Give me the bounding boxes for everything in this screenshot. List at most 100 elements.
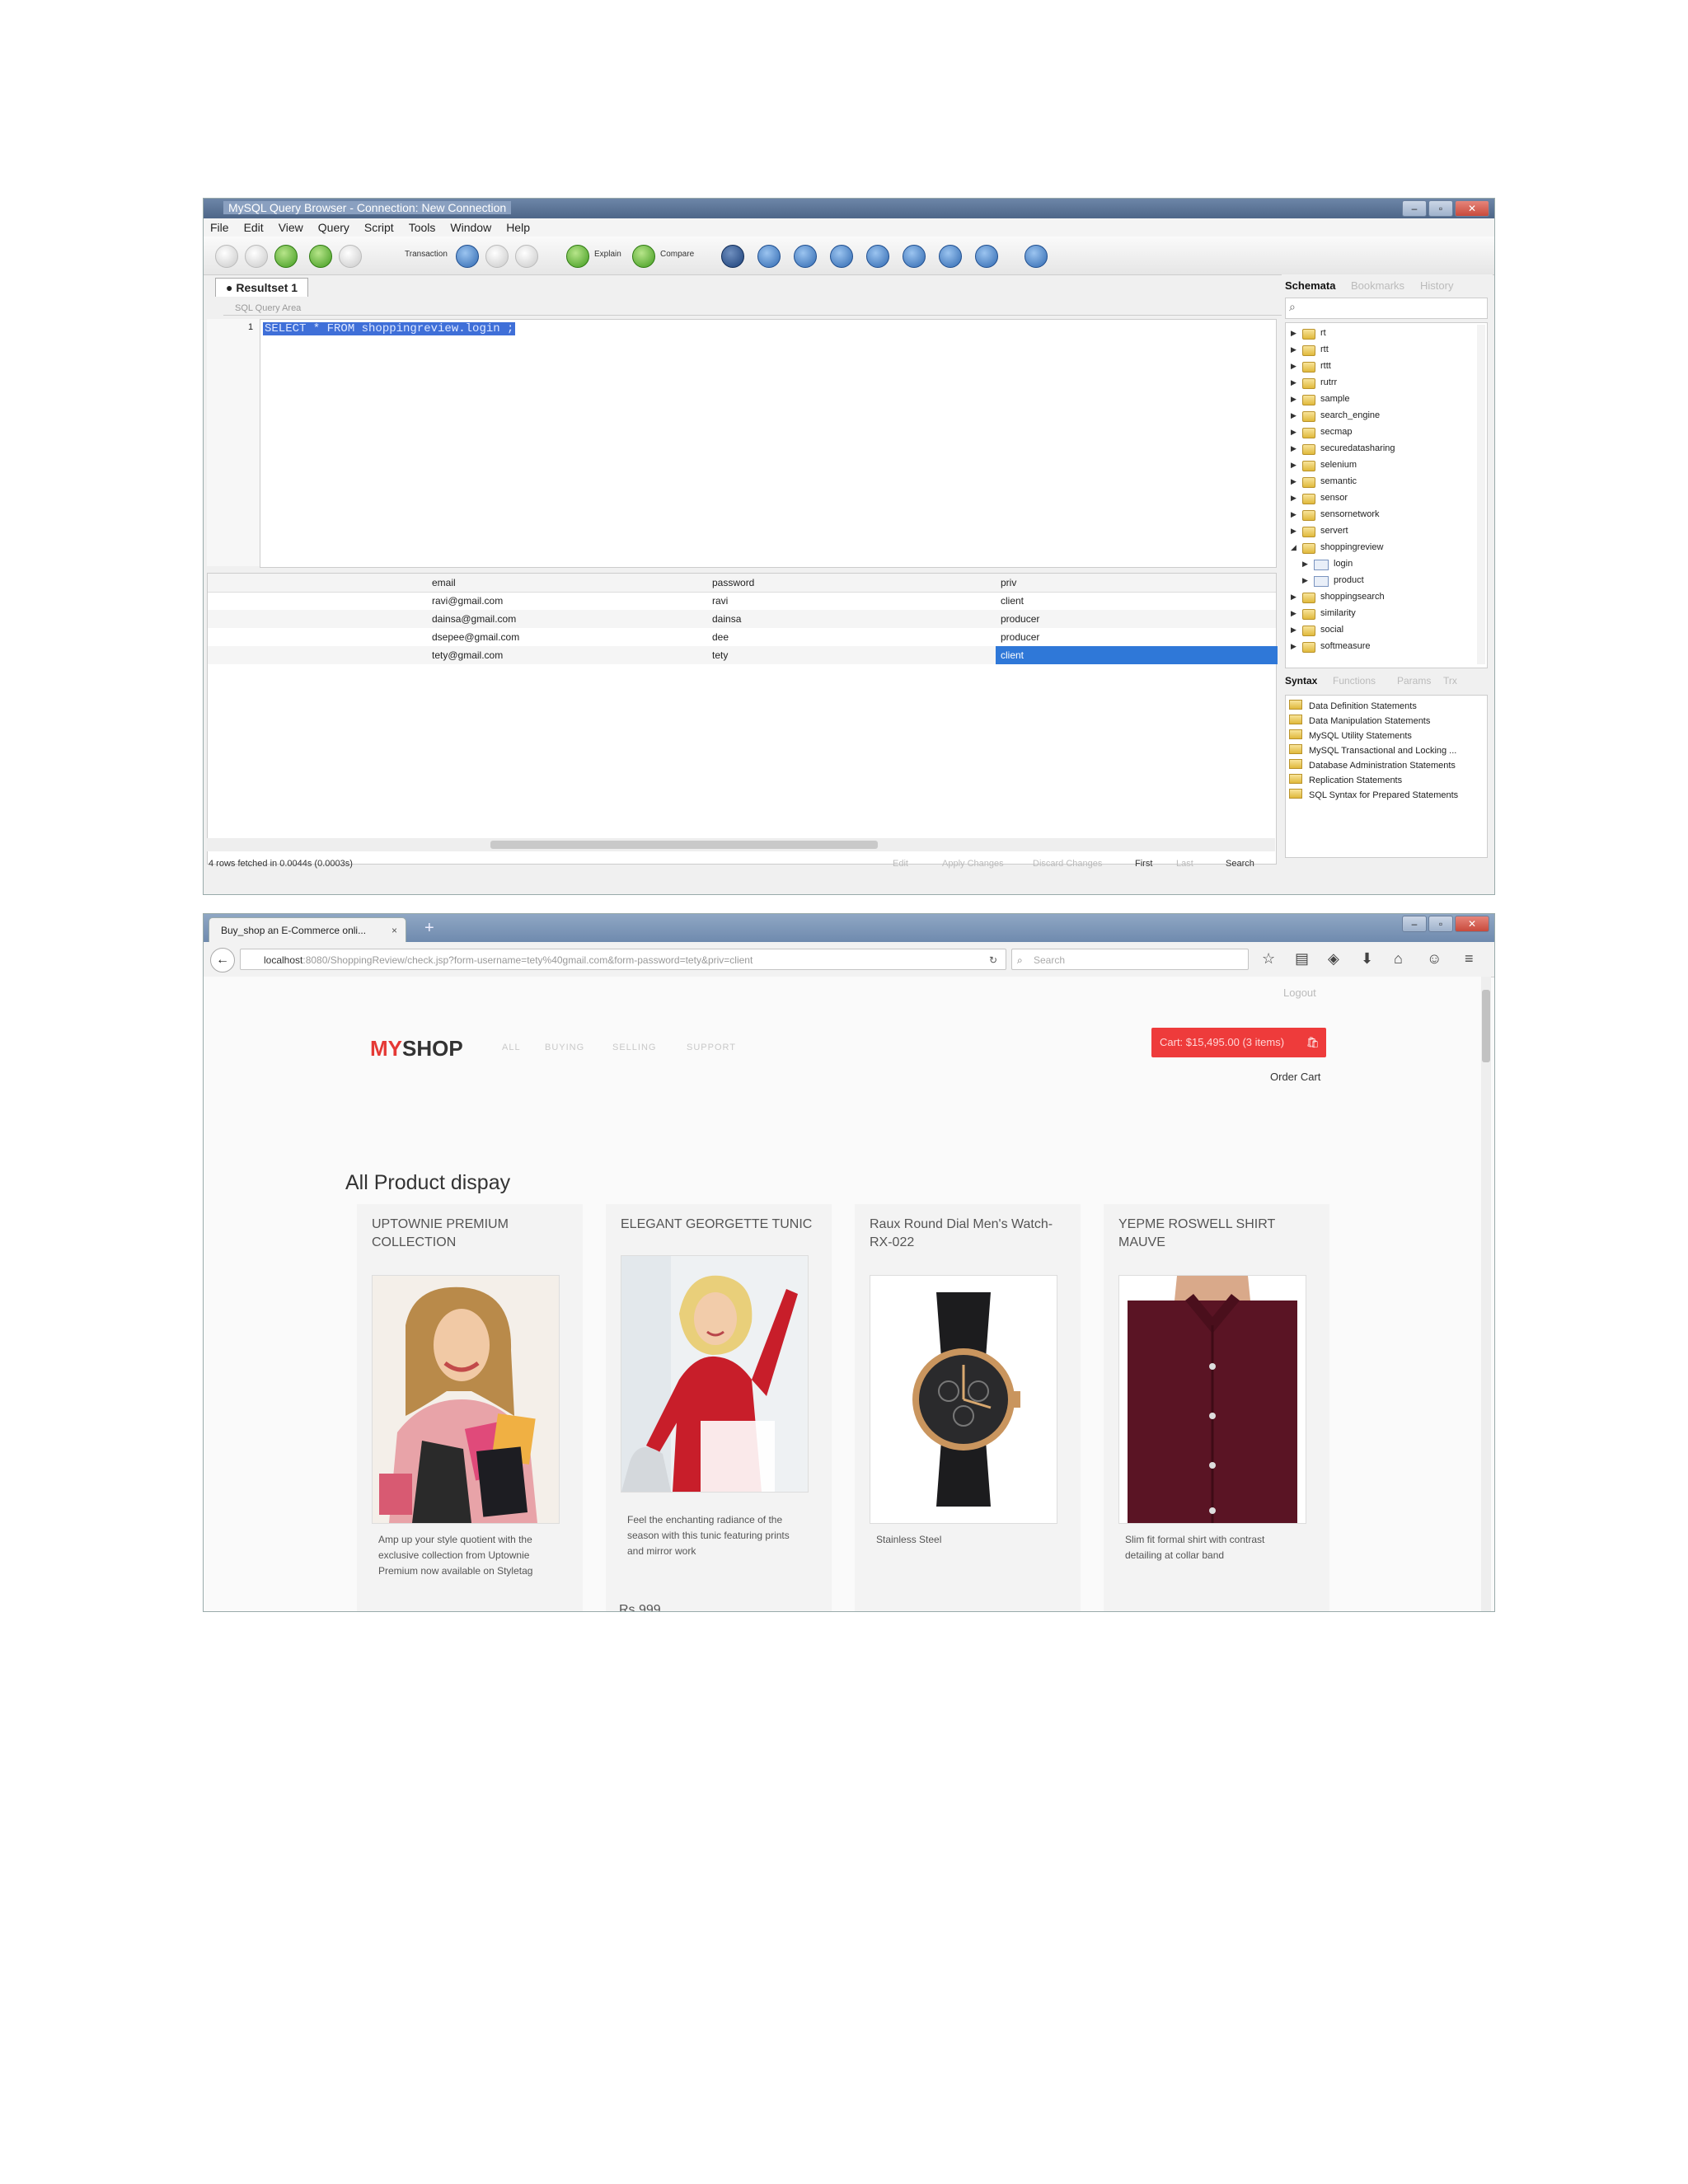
maximize-button[interactable]: ▫ [1428, 916, 1453, 932]
cell-priv[interactable]: producer [1001, 628, 1039, 646]
menu-script[interactable]: Script [364, 218, 394, 237]
tree-item[interactable]: ▶ selenium [1286, 457, 1480, 473]
close-button[interactable]: ✕ [1455, 200, 1489, 217]
product-image[interactable] [372, 1275, 560, 1524]
stop-icon[interactable] [339, 245, 362, 268]
nav-selling[interactable]: SELLING [612, 1043, 656, 1052]
cell-priv[interactable]: client [1001, 592, 1024, 610]
cell-password[interactable]: dee [712, 628, 729, 646]
cell-password[interactable]: dainsa [712, 610, 741, 628]
cell-password[interactable]: ravi [712, 592, 728, 610]
tree-item[interactable]: ▶ similarity [1286, 605, 1480, 621]
first-button[interactable]: First [1135, 855, 1152, 873]
syntax-item[interactable]: Replication Statements [1289, 773, 1402, 788]
scroll-thumb[interactable] [490, 841, 878, 849]
apply-changes-button[interactable]: Apply Changes [942, 855, 1004, 873]
horizontal-scrollbar[interactable] [207, 838, 1275, 851]
tab-resultset-1[interactable]: ● Resultset 1 [215, 278, 309, 297]
cell-email[interactable]: tety@gmail.com [432, 646, 503, 664]
tree-item-expanded[interactable]: ◢ shoppingreview [1286, 539, 1480, 555]
nav-all[interactable]: ALL [502, 1043, 521, 1052]
syntax-item[interactable]: Database Administration Statements [1289, 758, 1456, 773]
last-button[interactable]: Last [1176, 855, 1193, 873]
product-card[interactable]: Raux Round Dial Men's Watch-RX-022 Stain… [855, 1204, 1081, 1611]
results-grid[interactable]: email password priv ravi@gmail.com ravi … [207, 573, 1278, 865]
explain-label[interactable]: Explain [594, 250, 621, 259]
order-icon[interactable] [939, 245, 962, 268]
tree-item[interactable]: ▶ softmeasure [1286, 638, 1480, 654]
tree-item[interactable]: ▶ sample [1286, 391, 1480, 407]
schema-search-input[interactable]: ⌕ [1285, 298, 1488, 319]
product-title[interactable]: ELEGANT GEORGETTE TUNIC [621, 1216, 818, 1234]
tree-item[interactable]: ▶ rttt [1286, 358, 1480, 374]
syntax-item[interactable]: MySQL Transactional and Locking ... [1289, 743, 1456, 758]
product-card[interactable]: ELEGANT GEORGETTE TUNIC Feel the enchant… [606, 1204, 832, 1611]
menu-help[interactable]: Help [506, 218, 530, 237]
bookmark-star-icon[interactable]: ☆ [1262, 950, 1275, 968]
nav-support[interactable]: SUPPORT [687, 1043, 736, 1052]
syntax-item[interactable]: Data Definition Statements [1289, 699, 1417, 714]
menu-tools[interactable]: Tools [409, 218, 436, 237]
browser-tab[interactable]: Buy_shop an E-Commerce onli... × [209, 917, 406, 942]
product-image[interactable] [621, 1255, 809, 1493]
tab-params[interactable]: Params [1397, 675, 1431, 687]
cell-password[interactable]: tety [712, 646, 728, 664]
execute-icon[interactable] [309, 245, 332, 268]
schema-tree[interactable]: ▶ rt ▶ rtt ▶ rttt ▶ rutrr ▶ sample ▶ search_en… [1285, 322, 1488, 668]
select-icon[interactable] [757, 245, 781, 268]
close-button[interactable]: ✕ [1455, 916, 1489, 932]
new-tab-icon[interactable]: + [424, 919, 434, 938]
tab-history[interactable]: History [1420, 279, 1453, 292]
tree-item[interactable]: ▶ sensor [1286, 490, 1480, 506]
query-icon[interactable] [721, 245, 744, 268]
forward-icon[interactable] [245, 245, 268, 268]
table-row[interactable]: ravi@gmail.com ravi client [208, 592, 1276, 610]
logout-link[interactable]: Logout [1283, 987, 1316, 999]
group-icon[interactable] [866, 245, 889, 268]
pocket-icon[interactable]: ◈ [1328, 950, 1339, 968]
back-icon[interactable]: ← [210, 948, 235, 972]
search-input[interactable]: ⌕ Search [1011, 949, 1249, 970]
syntax-item[interactable]: SQL Syntax for Prepared Statements [1289, 788, 1458, 803]
syntax-item[interactable]: Data Manipulation Statements [1289, 714, 1430, 729]
tree-item[interactable]: ▶ rtt [1286, 341, 1480, 358]
tree-item[interactable]: ▶ rutrr [1286, 374, 1480, 391]
cell-priv[interactable]: producer [1001, 610, 1039, 628]
column-header-password[interactable]: password [712, 574, 754, 592]
syntax-item[interactable]: MySQL Utility Statements [1289, 729, 1412, 743]
menu-query[interactable]: Query [318, 218, 349, 237]
minimize-button[interactable]: – [1402, 916, 1427, 932]
tab-bookmarks[interactable]: Bookmarks [1351, 279, 1404, 292]
close-tab-icon[interactable]: × [392, 918, 397, 943]
menu-file[interactable]: File [210, 218, 229, 237]
product-image[interactable] [1118, 1275, 1306, 1524]
compare-icon[interactable] [632, 245, 655, 268]
menu-edit[interactable]: Edit [244, 218, 264, 237]
page-scrollbar[interactable] [1481, 977, 1491, 1611]
explain-icon[interactable] [566, 245, 589, 268]
maximize-button[interactable]: ▫ [1428, 200, 1453, 217]
tree-item[interactable]: ▶ secmap [1286, 424, 1480, 440]
edit-button[interactable]: Edit [893, 855, 908, 873]
product-card[interactable]: UPTOWNIE PREMIUM COLLECTION Amp up your … [357, 1204, 583, 1611]
tree-item[interactable]: ▶ servert [1286, 523, 1480, 539]
downloads-icon[interactable]: ⬇ [1361, 950, 1373, 968]
from-icon[interactable] [794, 245, 817, 268]
menu-icon[interactable]: ≡ [1465, 950, 1474, 968]
where-icon[interactable] [830, 245, 853, 268]
scroll-thumb[interactable] [1482, 990, 1490, 1062]
back-icon[interactable] [215, 245, 238, 268]
commit-icon[interactable] [485, 245, 509, 268]
rollback-icon[interactable] [515, 245, 538, 268]
set-icon[interactable] [975, 245, 998, 268]
cart-button[interactable]: Cart: $15,495.00 (3 items) 🛍 [1151, 1028, 1326, 1057]
table-row[interactable]: dsepee@gmail.com dee producer [208, 628, 1276, 646]
nav-buying[interactable]: BUYING [545, 1043, 584, 1052]
table-row[interactable]: dainsa@gmail.com dainsa producer [208, 610, 1276, 628]
tab-functions[interactable]: Functions [1333, 675, 1376, 687]
column-header-email[interactable]: email [432, 574, 456, 592]
cell-email[interactable]: dainsa@gmail.com [432, 610, 516, 628]
tab-syntax[interactable]: Syntax [1285, 675, 1317, 687]
compare-label[interactable]: Compare [660, 250, 694, 259]
cell-priv-selected[interactable]: client [996, 646, 1278, 664]
